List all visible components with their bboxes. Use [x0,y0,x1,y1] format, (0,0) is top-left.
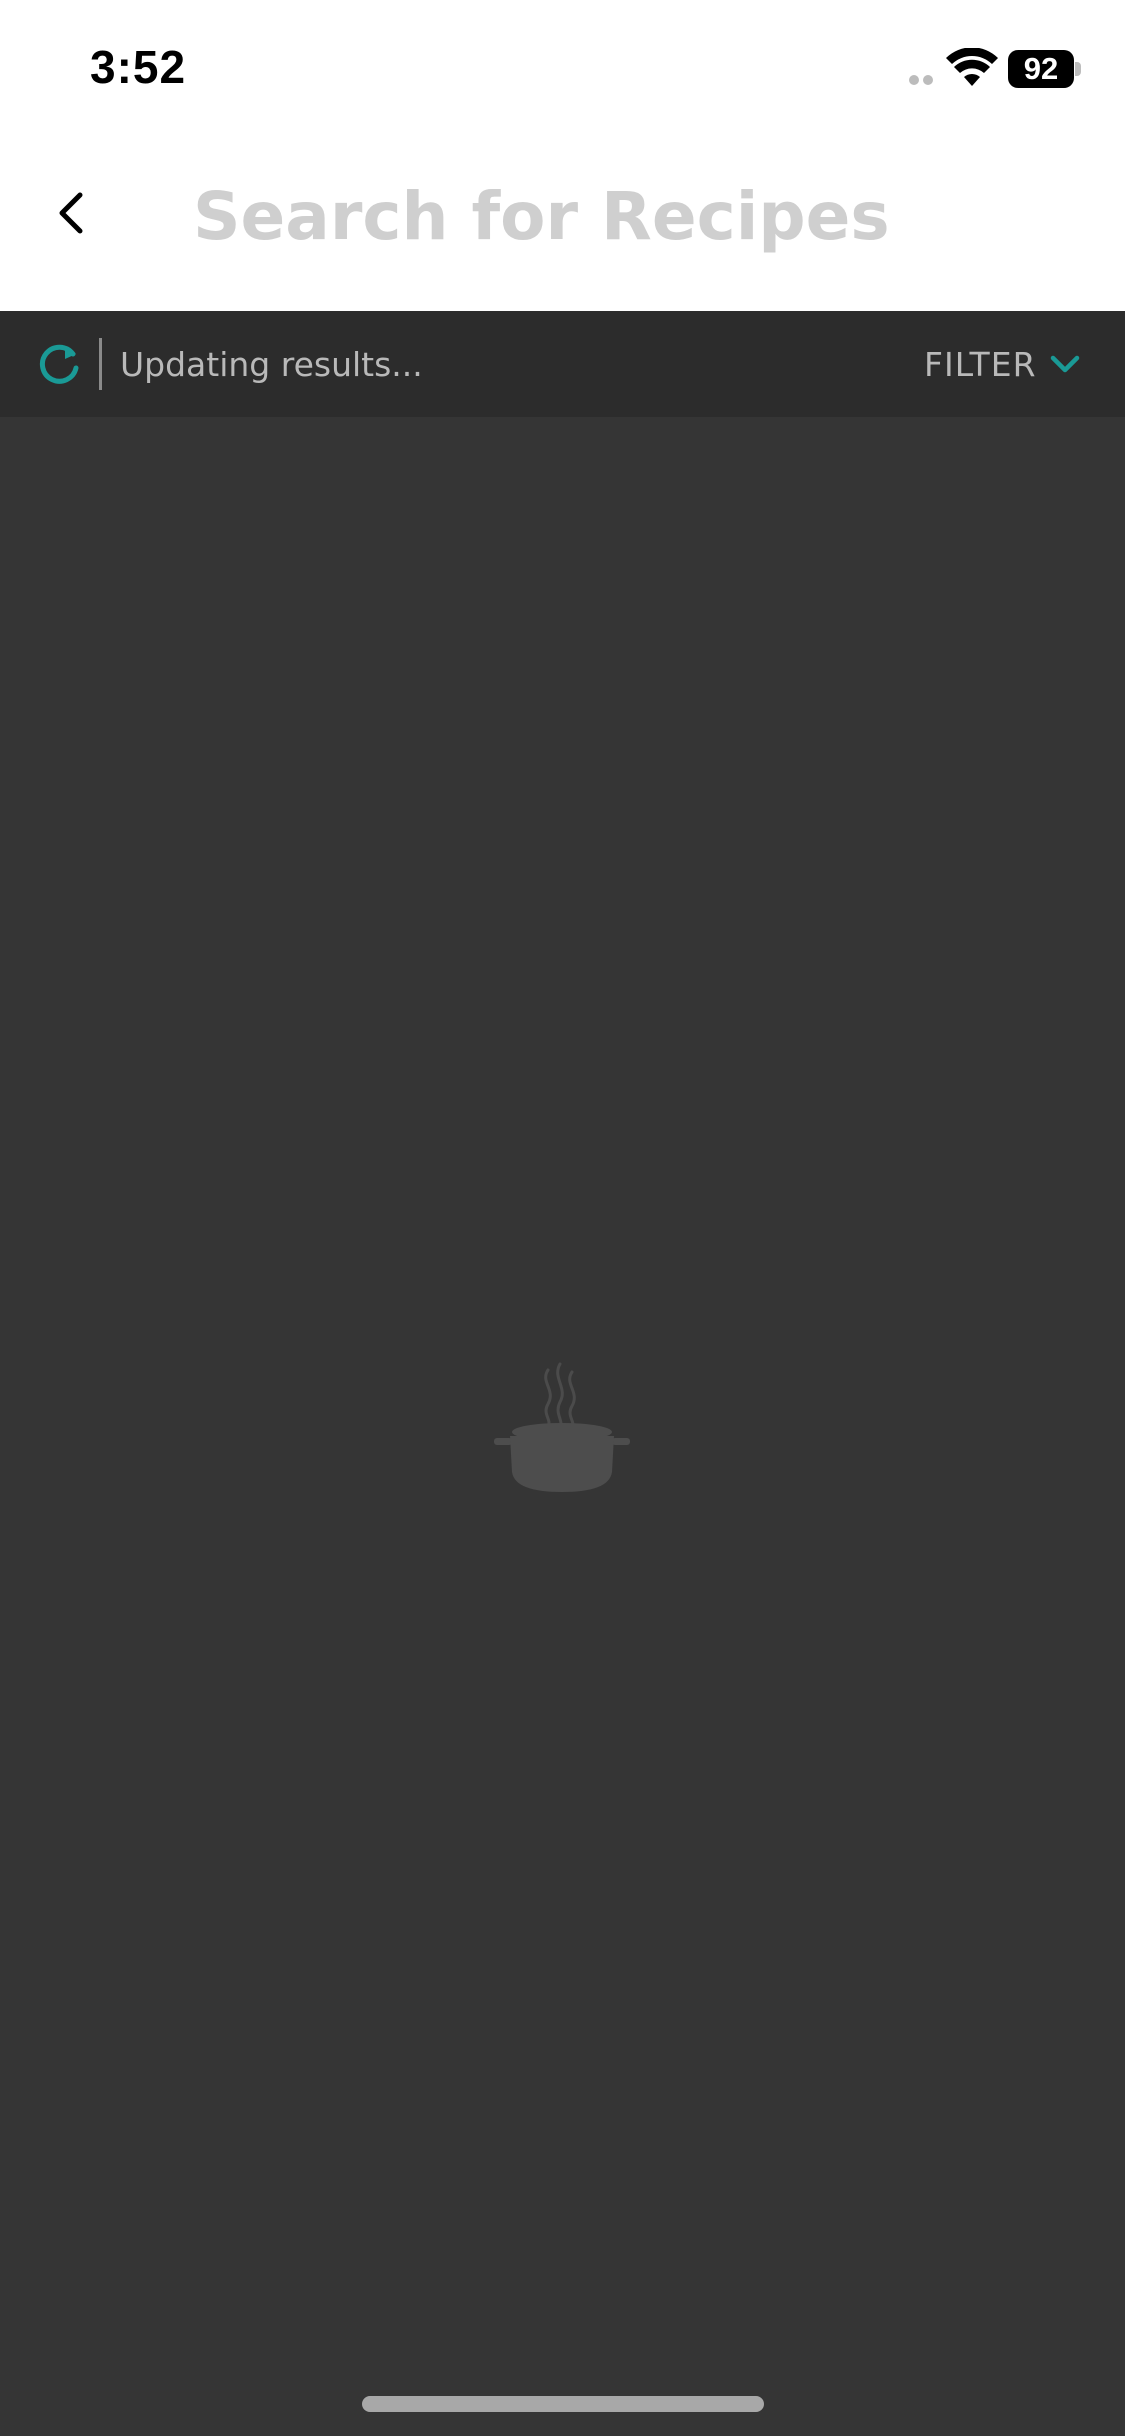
cooking-pot-icon [494,1362,630,1492]
cellular-signal-icon [909,75,935,85]
filter-label: FILTER [924,345,1037,384]
wifi-icon [946,48,998,86]
search-header [0,130,1125,311]
battery-tip [1075,62,1081,76]
status-bar: 3:52 92 [0,0,1125,130]
filter-button[interactable]: FILTER [920,335,1090,393]
search-input[interactable] [193,176,1073,256]
updating-status-text: Updating results... [120,345,423,384]
battery-level: 92 [1008,50,1074,88]
status-time: 3:52 [90,41,187,93]
home-indicator[interactable] [362,2396,764,2412]
recipe-search-screen: 3:52 92 Updating results... FILTER [0,0,1125,2436]
refresh-icon[interactable] [36,341,82,387]
chevron-down-icon [1050,355,1080,373]
chevron-left-icon[interactable] [42,183,102,243]
filter-bar-divider [99,338,102,390]
filter-bar: Updating results... FILTER [0,311,1125,417]
